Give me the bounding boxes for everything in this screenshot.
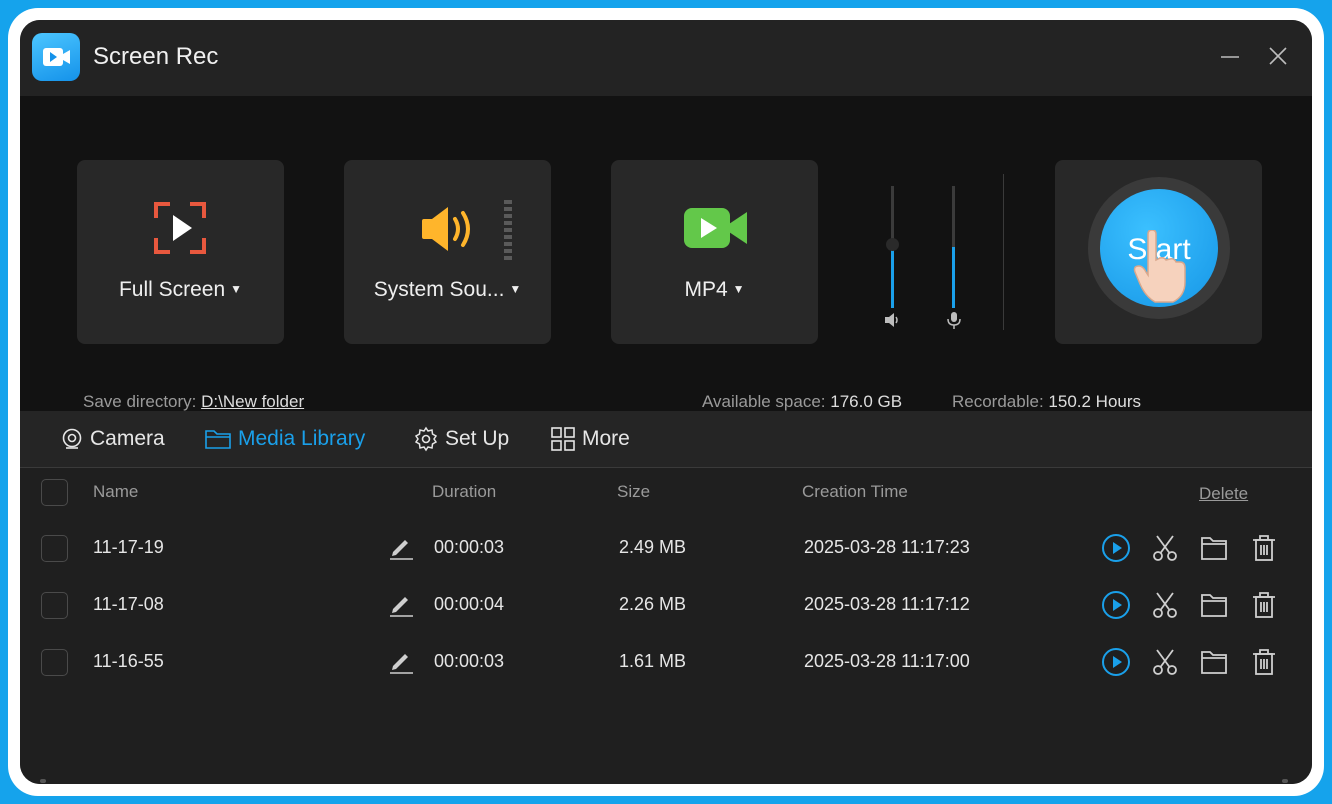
- tab-more-label: More: [582, 427, 630, 450]
- column-header-name[interactable]: Name: [93, 482, 138, 502]
- table-row[interactable]: 11-16-55 00:00:03 1.61 MB 2025-03-28 11:…: [20, 634, 1312, 691]
- video-camera-logo-icon: [43, 48, 70, 66]
- file-name: 11-16-55: [93, 651, 164, 671]
- tab-camera[interactable]: Camera: [60, 425, 165, 453]
- trash-icon[interactable]: [1248, 589, 1280, 621]
- pointing-hand-icon: [1133, 230, 1186, 303]
- available-space: Available space: 176.0 GB: [702, 392, 902, 412]
- row-checkbox[interactable]: [41, 535, 68, 562]
- audio-source-dropdown[interactable]: System Sou... ▼: [344, 278, 551, 302]
- fullscreen-icon: [154, 202, 206, 254]
- mic-volume-fill: [952, 247, 955, 308]
- file-size: 2.26 MB: [619, 594, 687, 614]
- audio-source-card[interactable]: System Sou... ▼: [344, 160, 551, 344]
- save-directory-label: Save directory:: [83, 392, 197, 411]
- table-row[interactable]: 11-17-19 00:00:03 2.49 MB 2025-03-28 11:…: [20, 520, 1312, 577]
- file-creation-time: 2025-03-28 11:17:00: [804, 651, 970, 671]
- app-window: Screen Rec Full Screen ▼ System Sou... ▼…: [20, 20, 1312, 784]
- start-card: Start: [1055, 160, 1262, 344]
- rename-pencil-icon[interactable]: [388, 591, 414, 617]
- trash-icon[interactable]: [1248, 532, 1280, 564]
- app-title: Screen Rec: [93, 43, 219, 70]
- caret-down-icon: ▼: [509, 282, 522, 296]
- save-directory: Save directory: D:\New folder: [83, 392, 304, 412]
- scrollbar-right-marker: [1282, 779, 1288, 783]
- capture-mode-label: Full Screen: [118, 278, 226, 301]
- audio-level-meter-icon: [504, 200, 512, 260]
- control-panel: Full Screen ▼ System Sou... ▼ MP4 ▼ Star…: [20, 96, 1312, 411]
- file-name: 11-17-08: [93, 594, 164, 614]
- speaker-volume-fill: [891, 241, 894, 308]
- microphone-icon: [947, 312, 961, 329]
- scissors-icon[interactable]: [1149, 532, 1181, 564]
- tab-more[interactable]: More: [550, 425, 630, 453]
- minimize-button[interactable]: [1212, 38, 1248, 74]
- save-directory-link[interactable]: D:\New folder: [201, 392, 304, 411]
- row-checkbox[interactable]: [41, 649, 68, 676]
- recordable-label: Recordable:: [952, 392, 1044, 411]
- close-button[interactable]: [1260, 38, 1296, 74]
- format-label: MP4: [684, 278, 728, 301]
- speaker-volume-handle[interactable]: [886, 238, 899, 251]
- speaker-icon: [422, 207, 470, 251]
- file-creation-time: 2025-03-28 11:17:23: [804, 537, 970, 557]
- scissors-icon[interactable]: [1149, 646, 1181, 678]
- open-folder-icon[interactable]: [1198, 532, 1230, 564]
- tab-media-library-label: Media Library: [238, 427, 366, 450]
- tab-media-library[interactable]: Media Library: [204, 425, 365, 453]
- tab-set-up-label: Set Up: [445, 427, 510, 450]
- minimize-icon: [1221, 56, 1239, 58]
- panel-divider: [1003, 174, 1004, 330]
- rename-pencil-icon[interactable]: [388, 534, 414, 560]
- recordable-time: Recordable: 150.2 Hours: [952, 392, 1141, 412]
- delete-all-link[interactable]: Delete: [1199, 484, 1248, 504]
- format-dropdown[interactable]: MP4 ▼: [611, 278, 818, 302]
- column-header-duration[interactable]: Duration: [432, 482, 496, 502]
- play-icon[interactable]: [1100, 532, 1132, 564]
- caret-down-icon: ▼: [230, 282, 243, 296]
- scissors-icon[interactable]: [1149, 589, 1181, 621]
- file-duration: 00:00:04: [434, 594, 505, 614]
- play-icon[interactable]: [1100, 646, 1132, 678]
- format-card[interactable]: MP4 ▼: [611, 160, 818, 344]
- available-space-value: 176.0 GB: [830, 392, 903, 411]
- scrollbar-left-marker: [40, 779, 46, 783]
- select-all-checkbox[interactable]: [41, 479, 68, 506]
- close-icon: [1269, 47, 1287, 65]
- file-creation-time: 2025-03-28 11:17:12: [804, 594, 970, 614]
- table-row[interactable]: 11-17-08 00:00:04 2.26 MB 2025-03-28 11:…: [20, 577, 1312, 634]
- column-header-size[interactable]: Size: [617, 482, 650, 502]
- tab-set-up[interactable]: Set Up: [413, 425, 509, 453]
- grid-icon: [551, 427, 575, 451]
- capture-mode-dropdown[interactable]: Full Screen ▼: [77, 278, 284, 302]
- play-icon[interactable]: [1100, 589, 1132, 621]
- column-header-creation-time[interactable]: Creation Time: [802, 482, 908, 502]
- media-table: Name Duration Size Creation Time Delete …: [20, 468, 1312, 784]
- speaker-volume-icon: [885, 313, 898, 327]
- video-format-icon: [684, 208, 747, 248]
- audio-source-label: System Sou...: [373, 278, 505, 301]
- caret-down-icon: ▼: [732, 282, 745, 296]
- file-size: 2.49 MB: [619, 537, 687, 557]
- gear-icon: [414, 426, 438, 452]
- file-size: 1.61 MB: [619, 651, 687, 671]
- capture-mode-card[interactable]: Full Screen ▼: [77, 160, 284, 344]
- tab-camera-label: Camera: [90, 427, 165, 450]
- app-logo: [32, 33, 80, 81]
- folder-icon: [205, 430, 231, 449]
- open-folder-icon[interactable]: [1198, 646, 1230, 678]
- recordable-value: 150.2 Hours: [1048, 392, 1142, 411]
- trash-icon[interactable]: [1248, 646, 1280, 678]
- available-space-label: Available space:: [702, 392, 826, 411]
- title-bar: Screen Rec: [20, 20, 1312, 96]
- open-folder-icon[interactable]: [1198, 589, 1230, 621]
- file-duration: 00:00:03: [434, 537, 505, 557]
- row-checkbox[interactable]: [41, 592, 68, 619]
- file-duration: 00:00:03: [434, 651, 505, 671]
- file-name: 11-17-19: [93, 537, 164, 557]
- camera-icon: [62, 428, 82, 449]
- tab-bar: Camera Media Library Set Up More: [20, 411, 1312, 468]
- rename-pencil-icon[interactable]: [388, 648, 414, 674]
